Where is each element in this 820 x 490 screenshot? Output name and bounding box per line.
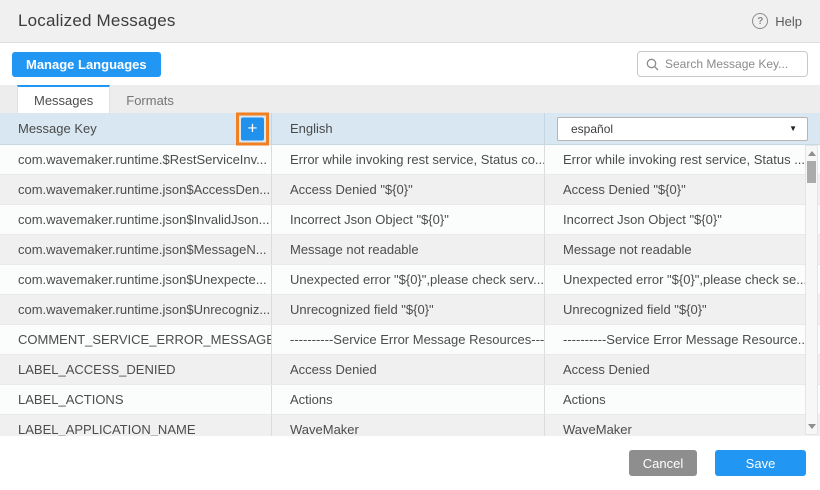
message-key-cell[interactable]: LABEL_APPLICATION_NAME [0, 415, 272, 436]
toolbar: Manage Languages [0, 43, 820, 85]
scroll-up-icon[interactable] [808, 151, 816, 156]
chevron-down-icon: ▼ [789, 124, 797, 133]
message-key-header-label: Message Key [18, 121, 97, 136]
message-key-cell[interactable]: LABEL_ACCESS_DENIED [0, 355, 272, 384]
english-cell[interactable]: Incorrect Json Object "${0}" [272, 205, 545, 234]
tab-messages[interactable]: Messages [17, 85, 110, 113]
help-icon: ? [752, 13, 768, 29]
tab-formats[interactable]: Formats [110, 85, 190, 113]
help-label: Help [775, 14, 802, 29]
table-row[interactable]: com.wavemaker.runtime.json$Unexpecte...U… [0, 265, 820, 295]
grid-body: com.wavemaker.runtime.$RestServiceInv...… [0, 145, 820, 436]
translation-cell[interactable]: Actions [545, 385, 820, 414]
table-row[interactable]: com.wavemaker.runtime.json$Unrecogniz...… [0, 295, 820, 325]
english-cell[interactable]: Message not readable [272, 235, 545, 264]
english-cell[interactable]: Unrecognized field "${0}" [272, 295, 545, 324]
translation-cell[interactable]: Access Denied [545, 355, 820, 384]
localized-messages-dialog: Localized Messages ? Help Manage Languag… [0, 0, 820, 490]
table-header-row: Message Key + English español ▼ [0, 113, 820, 145]
column-header-message-key: Message Key + [0, 113, 272, 144]
scroll-down-icon[interactable] [808, 424, 816, 429]
english-cell[interactable]: WaveMaker [272, 415, 545, 436]
page-title: Localized Messages [18, 11, 176, 31]
table-row[interactable]: com.wavemaker.runtime.$RestServiceInv...… [0, 145, 820, 175]
english-cell[interactable]: Error while invoking rest service, Statu… [272, 145, 545, 174]
column-header-language: español ▼ [545, 113, 820, 144]
translation-cell[interactable]: Incorrect Json Object "${0}" [545, 205, 820, 234]
add-button-highlight: + [236, 112, 269, 145]
save-button[interactable]: Save [715, 450, 806, 476]
table-row[interactable]: LABEL_ACCESS_DENIEDAccess DeniedAccess D… [0, 355, 820, 385]
message-key-cell[interactable]: com.wavemaker.runtime.json$MessageN... [0, 235, 272, 264]
table-row[interactable]: COMMENT_SERVICE_ERROR_MESSAGES----------… [0, 325, 820, 355]
message-key-cell[interactable]: com.wavemaker.runtime.json$Unrecogniz... [0, 295, 272, 324]
language-selected-value: español [571, 122, 613, 136]
scrollbar-thumb[interactable] [807, 161, 816, 183]
table-row[interactable]: com.wavemaker.runtime.json$InvalidJson..… [0, 205, 820, 235]
message-key-cell[interactable]: com.wavemaker.runtime.json$AccessDen... [0, 175, 272, 204]
translation-cell[interactable]: Unexpected error "${0}",please check se.… [545, 265, 820, 294]
translation-cell[interactable]: WaveMaker [545, 415, 820, 436]
manage-languages-button[interactable]: Manage Languages [12, 52, 161, 77]
english-cell[interactable]: ----------Service Error Message Resource… [272, 325, 545, 354]
translation-cell[interactable]: Unrecognized field "${0}" [545, 295, 820, 324]
search-icon [646, 58, 659, 71]
message-key-cell[interactable]: LABEL_ACTIONS [0, 385, 272, 414]
help-link[interactable]: ? Help [752, 13, 802, 29]
translation-cell[interactable]: ----------Service Error Message Resource… [545, 325, 820, 354]
message-key-cell[interactable]: com.wavemaker.runtime.$RestServiceInv... [0, 145, 272, 174]
messages-table: Message Key + English español ▼ com.wave… [0, 113, 820, 436]
cancel-button[interactable]: Cancel [629, 450, 697, 476]
table-row[interactable]: com.wavemaker.runtime.json$MessageN...Me… [0, 235, 820, 265]
translation-cell[interactable]: Message not readable [545, 235, 820, 264]
column-header-english: English [272, 113, 545, 144]
title-bar: Localized Messages ? Help [0, 0, 820, 43]
message-key-cell[interactable]: com.wavemaker.runtime.json$Unexpecte... [0, 265, 272, 294]
message-key-cell[interactable]: com.wavemaker.runtime.json$InvalidJson..… [0, 205, 272, 234]
message-key-cell[interactable]: COMMENT_SERVICE_ERROR_MESSAGES [0, 325, 272, 354]
english-cell[interactable]: Access Denied [272, 355, 545, 384]
footer: Cancel Save [0, 436, 820, 490]
translation-cell[interactable]: Error while invoking rest service, Statu… [545, 145, 820, 174]
table-row[interactable]: LABEL_APPLICATION_NAMEWaveMakerWaveMaker [0, 415, 820, 436]
search-box[interactable] [637, 51, 808, 77]
translation-cell[interactable]: Access Denied "${0}" [545, 175, 820, 204]
english-header-label: English [290, 121, 333, 136]
language-select[interactable]: español ▼ [557, 117, 808, 141]
table-row[interactable]: com.wavemaker.runtime.json$AccessDen...A… [0, 175, 820, 205]
tab-bar: Messages Formats [0, 85, 820, 113]
add-message-key-button[interactable]: + [241, 117, 264, 140]
vertical-scrollbar[interactable] [805, 145, 818, 435]
table-row[interactable]: LABEL_ACTIONSActionsActions [0, 385, 820, 415]
english-cell[interactable]: Access Denied "${0}" [272, 175, 545, 204]
search-input[interactable] [665, 57, 799, 71]
english-cell[interactable]: Unexpected error "${0}",please check ser… [272, 265, 545, 294]
english-cell[interactable]: Actions [272, 385, 545, 414]
